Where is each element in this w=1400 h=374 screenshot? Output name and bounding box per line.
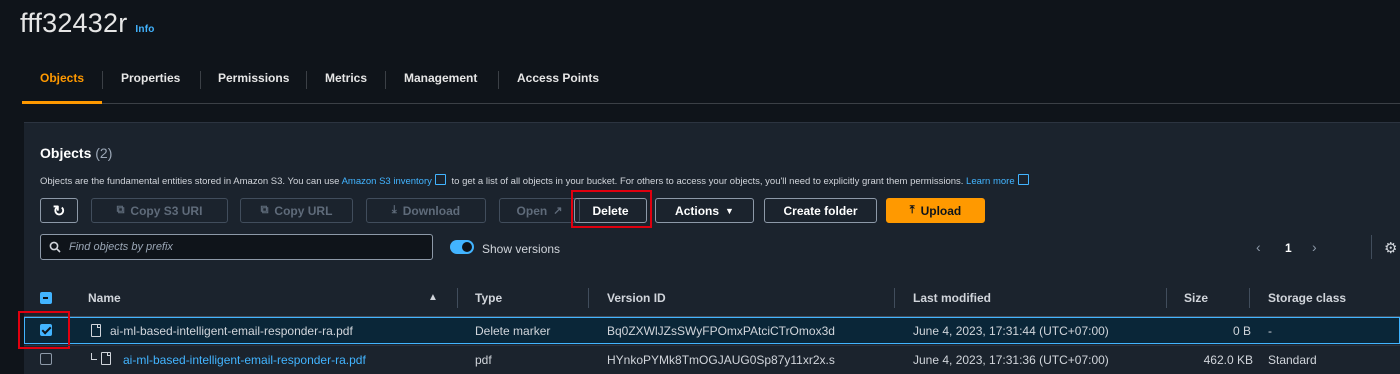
tab-objects[interactable]: Objects (40, 71, 84, 85)
tab-bar: Objects Properties Permissions Metrics M… (22, 68, 1400, 104)
objects-count: (2) (95, 145, 113, 161)
pager-divider (1371, 235, 1372, 259)
highlight-box-row-checkbox (18, 311, 70, 349)
object-last-modified: June 4, 2023, 17:31:44 (UTC+07:00) (913, 324, 1109, 338)
copy-s3-uri-label: Copy S3 URI (130, 203, 203, 218)
object-version-id: Bq0ZXWlJZsSWyFPOmxPAtciCTrOmox3d (607, 324, 835, 338)
object-storage-class: - (1268, 324, 1272, 338)
external-link-icon: ↗ (553, 205, 563, 217)
select-all-checkbox[interactable] (40, 292, 52, 304)
external-link-icon (1017, 174, 1029, 185)
table-row[interactable]: ai-ml-based-intelligent-email-responder-… (24, 317, 1400, 344)
column-divider (457, 288, 458, 308)
description-text: Objects are the fundamental entities sto… (40, 176, 340, 187)
open-label: Open (516, 203, 548, 218)
bucket-title: fff32432r Info (20, 8, 155, 39)
tab-divider (102, 71, 103, 89)
create-folder-button[interactable]: Create folder (764, 198, 877, 223)
object-type: pdf (475, 353, 492, 367)
upload-button[interactable]: ⤒ Upload (886, 198, 985, 223)
refresh-button[interactable]: ↻ (40, 198, 78, 223)
tab-divider (306, 71, 307, 89)
column-header-storage-class[interactable]: Storage class (1268, 291, 1346, 305)
column-divider (894, 288, 895, 308)
description-text-2: to get a list of all objects in your buc… (451, 176, 964, 187)
search-input[interactable] (67, 240, 411, 254)
tab-divider (200, 71, 201, 89)
upload-icon: ⤒ (909, 204, 915, 216)
search-box[interactable] (40, 234, 433, 260)
sort-ascending-icon[interactable]: ▲ (428, 292, 438, 303)
column-divider (1249, 288, 1250, 308)
object-version-id: HYnkoPYMk8TmOGJAUG0Sp87y11xr2x.s (607, 353, 835, 367)
object-storage-class: Standard (1268, 353, 1317, 367)
external-link-icon (434, 174, 446, 185)
tab-metrics[interactable]: Metrics (325, 71, 367, 85)
show-versions-label: Show versions (482, 242, 561, 256)
column-header-size[interactable]: Size (1184, 291, 1208, 305)
copy-url-button[interactable]: ⧉ Copy URL (240, 198, 353, 223)
tab-divider (498, 71, 499, 89)
table-row[interactable]: ai-ml-based-intelligent-email-responder-… (24, 345, 1400, 372)
caret-down-icon: ▼ (725, 205, 734, 216)
bucket-name: fff32432r (20, 8, 128, 38)
tab-divider (385, 71, 386, 89)
copy-icon: ⧉ (116, 204, 125, 216)
column-header-version-id[interactable]: Version ID (607, 291, 666, 305)
search-icon (49, 241, 61, 253)
object-last-modified: June 4, 2023, 17:31:36 (UTC+07:00) (913, 353, 1109, 367)
column-header-type[interactable]: Type (475, 291, 502, 305)
tab-permissions[interactable]: Permissions (218, 71, 289, 85)
download-label: Download (402, 203, 461, 218)
learn-more-link[interactable]: Learn more (966, 176, 1015, 187)
active-tab-indicator (22, 101, 102, 104)
download-button[interactable]: ⤓ Download (366, 198, 486, 223)
show-versions-toggle[interactable] (450, 240, 474, 254)
object-size: 0 B (1232, 324, 1251, 338)
actions-button[interactable]: Actions ▼ (655, 198, 754, 223)
copy-s3-uri-button[interactable]: ⧉ Copy S3 URI (91, 198, 228, 223)
file-icon (101, 352, 111, 365)
row-checkbox[interactable] (40, 353, 52, 365)
open-button[interactable]: Open ↗ (499, 198, 580, 223)
object-name-link[interactable]: ai-ml-based-intelligent-email-responder-… (123, 353, 366, 367)
delete-button[interactable]: Delete (574, 198, 647, 223)
page-number[interactable]: 1 (1285, 241, 1292, 255)
copy-icon: ⧉ (260, 204, 269, 216)
inventory-link[interactable]: Amazon S3 inventory (342, 176, 432, 187)
settings-gear-icon[interactable]: ⚙ (1384, 239, 1397, 257)
object-type: Delete marker (475, 324, 551, 338)
tab-access-points[interactable]: Access Points (517, 71, 599, 85)
tree-branch-icon (91, 353, 97, 360)
object-name[interactable]: ai-ml-based-intelligent-email-responder-… (110, 324, 353, 338)
objects-header: Objects (2) (40, 145, 112, 161)
column-header-name[interactable]: Name (88, 291, 121, 305)
object-size: 462.0 KB (1203, 353, 1253, 367)
delete-label: Delete (592, 203, 629, 218)
create-folder-label: Create folder (783, 203, 858, 218)
info-link[interactable]: Info (135, 24, 154, 35)
objects-title: Objects (40, 145, 92, 161)
column-header-last-modified[interactable]: Last modified (913, 291, 991, 305)
objects-panel: Objects (2) Objects are the fundamental … (18, 122, 1400, 374)
objects-description: Objects are the fundamental entities sto… (40, 174, 1032, 187)
column-divider (1166, 288, 1167, 308)
tab-management[interactable]: Management (404, 71, 477, 85)
upload-label: Upload (920, 203, 962, 218)
tab-properties[interactable]: Properties (121, 71, 180, 85)
refresh-icon: ↻ (52, 202, 66, 220)
next-page-icon[interactable]: › (1312, 239, 1317, 255)
actions-label: Actions (675, 203, 720, 218)
table-header: Name ▲ Type Version ID Last modified Siz… (24, 280, 1400, 317)
column-divider (588, 288, 589, 308)
file-icon (91, 324, 101, 337)
copy-url-label: Copy URL (274, 203, 333, 218)
previous-page-icon[interactable]: ‹ (1256, 239, 1261, 255)
download-icon: ⤓ (391, 204, 397, 216)
